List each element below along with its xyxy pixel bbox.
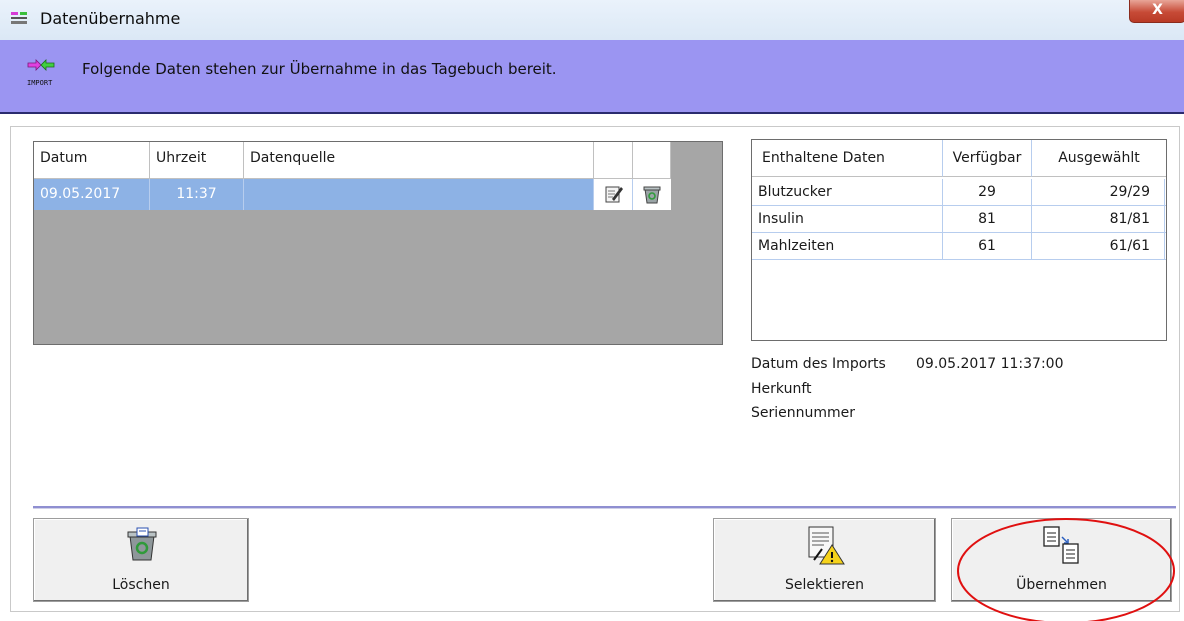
column-header-edit[interactable] <box>594 142 633 179</box>
cell-ausgewaehlt: 61/61 <box>1032 233 1165 259</box>
import-app-icon <box>11 12 27 24</box>
table-row[interactable]: Blutzucker 29 29/29 <box>752 179 1166 206</box>
cell-ausgewaehlt: 29/29 <box>1032 179 1165 205</box>
import-date-label: Datum des Imports <box>751 356 886 372</box>
serial-number-label: Seriennummer <box>751 405 856 421</box>
column-header-ausgewaehlt[interactable]: Ausgewählt <box>1032 140 1166 177</box>
cell-ausgewaehlt: 81/81 <box>1032 206 1165 232</box>
delete-cell[interactable] <box>633 179 671 210</box>
column-header-uhrzeit[interactable]: Uhrzeit <box>150 142 244 179</box>
document-transfer-icon <box>1043 526 1079 564</box>
imports-grid[interactable]: Datum Uhrzeit Datenquelle 09.05.2017 11:… <box>33 141 723 345</box>
cell-verfuegbar: 29 <box>943 179 1032 205</box>
cell-datenquelle <box>244 179 594 210</box>
column-header-enthaltene-daten[interactable]: Enthaltene Daten <box>752 140 943 177</box>
table-row[interactable]: Insulin 81 81/81 <box>752 206 1166 233</box>
divider <box>33 506 1176 509</box>
import-icon-caption: IMPORT <box>27 79 53 87</box>
recycle-bin-icon <box>127 527 157 561</box>
recycle-bin-icon[interactable] <box>642 184 662 204</box>
table-row[interactable]: 09.05.2017 11:37 <box>34 179 671 210</box>
import-icon: IMPORT <box>27 59 55 87</box>
edit-cell[interactable] <box>594 179 633 210</box>
cell-name: Mahlzeiten <box>752 233 943 259</box>
table-row[interactable]: Mahlzeiten 61 61/61 <box>752 233 1166 260</box>
cell-uhrzeit: 11:37 <box>150 179 244 210</box>
import-date-value: 09.05.2017 11:37:00 <box>916 356 1064 372</box>
edit-note-icon[interactable] <box>604 184 624 204</box>
cell-name: Insulin <box>752 206 943 232</box>
column-header-datum[interactable]: Datum <box>34 142 150 179</box>
column-header-datenquelle[interactable]: Datenquelle <box>244 142 594 179</box>
document-warning-icon <box>808 526 845 565</box>
cell-verfuegbar: 61 <box>943 233 1032 259</box>
cell-name: Blutzucker <box>752 179 943 205</box>
title-bar: Datenübernahme <box>0 0 1184 40</box>
banner-message: Folgende Daten stehen zur Übernahme in d… <box>82 60 557 78</box>
select-button[interactable]: Selektieren <box>713 518 936 602</box>
imports-grid-header: Datum Uhrzeit Datenquelle <box>34 142 671 179</box>
close-button[interactable]: X <box>1129 0 1184 23</box>
select-button-label: Selektieren <box>784 577 865 593</box>
delete-button-label: Löschen <box>112 577 170 593</box>
window-title: Datenübernahme <box>40 9 181 28</box>
delete-button[interactable]: Löschen <box>33 518 249 602</box>
column-header-delete[interactable] <box>633 142 671 179</box>
apply-button-label: Übernehmen <box>1016 577 1107 593</box>
contained-data-grid[interactable]: Enthaltene Daten Verfügbar Ausgewählt Bl… <box>751 139 1167 341</box>
cell-datum: 09.05.2017 <box>34 179 150 210</box>
column-header-verfuegbar[interactable]: Verfügbar <box>943 140 1032 177</box>
contained-data-header: Enthaltene Daten Verfügbar Ausgewählt <box>752 140 1166 177</box>
origin-label: Herkunft <box>751 381 812 397</box>
apply-button[interactable]: Übernehmen <box>951 518 1172 602</box>
cell-verfuegbar: 81 <box>943 206 1032 232</box>
